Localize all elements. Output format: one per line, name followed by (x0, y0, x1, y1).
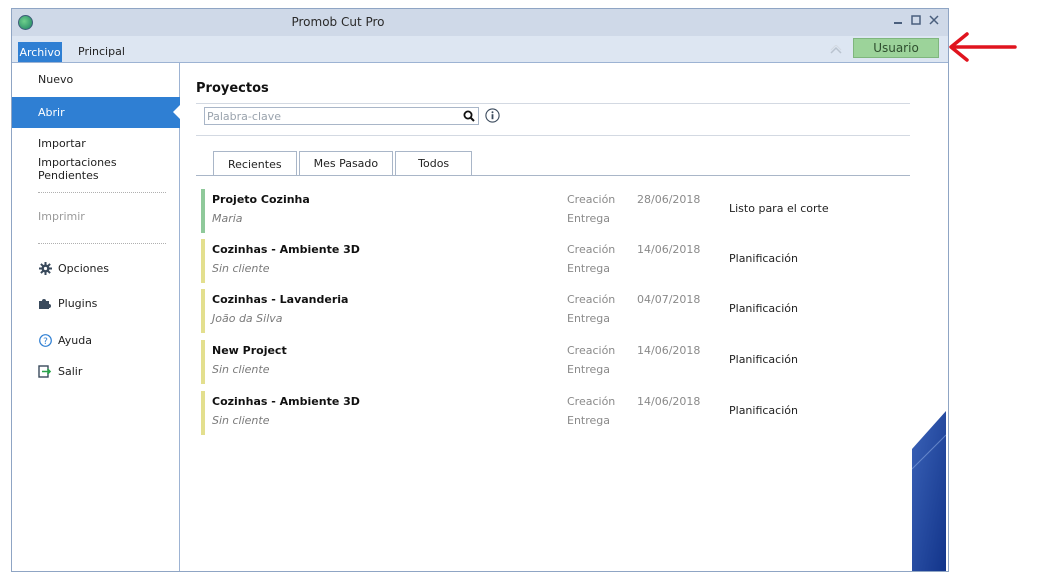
project-status: Listo para el corte (729, 202, 829, 215)
sidebar-item-imprimir: Imprimir (12, 202, 180, 230)
list-item[interactable]: Cozinhas - Lavanderia João da Silva Crea… (201, 289, 798, 333)
project-client: João da Silva (212, 312, 283, 325)
status-color-bar (201, 289, 205, 333)
sidebar-item-label: Abrir (38, 106, 65, 119)
sidebar-item-label: Imprimir (38, 209, 85, 223)
delivery-label: Entrega (567, 414, 611, 427)
sidebar-item-label: Opciones (58, 261, 109, 275)
user-button[interactable]: Usuario (853, 38, 939, 58)
sidebar-item-nuevo[interactable]: Nuevo (12, 65, 180, 93)
project-status: Planificación (729, 252, 798, 265)
list-item[interactable]: Cozinhas - Ambiente 3D Sin cliente Creac… (201, 391, 798, 435)
created-label: Creación (567, 293, 616, 306)
sidebar-item-ayuda[interactable]: ? Ayuda (12, 326, 180, 354)
info-icon[interactable] (485, 108, 500, 123)
search-placeholder: Palabra-clave (207, 109, 282, 123)
project-client: Sin cliente (212, 363, 270, 376)
sidebar-item-label: Plugins (58, 296, 98, 310)
app-window: Promob Cut Pro Archivo Principal Usuario… (11, 8, 949, 572)
project-status: Planificación (729, 353, 798, 366)
search-divider (196, 135, 910, 136)
project-client: Maria (212, 212, 243, 225)
list-item[interactable]: Cozinhas - Ambiente 3D Sin cliente Creac… (201, 239, 798, 283)
sidebar-item-label: Importaciones Pendientes (38, 156, 117, 182)
close-button[interactable] (928, 14, 940, 26)
list-item[interactable]: New Project Sin cliente Creación Entrega… (201, 340, 798, 384)
search-icon[interactable] (463, 110, 475, 125)
list-item[interactable]: Projeto Cozinha Maria Creación Entrega 2… (201, 189, 829, 233)
created-label: Creación (567, 344, 616, 357)
annotation-arrow-icon (949, 32, 1017, 62)
tab-principal[interactable]: Principal (78, 45, 125, 58)
delivery-label: Entrega (567, 312, 611, 325)
sidebar-divider (38, 243, 166, 244)
sidebar-item-salir[interactable]: Salir (12, 357, 180, 385)
delivery-label: Entrega (567, 262, 611, 275)
ribbon: Archivo Principal Usuario (12, 36, 948, 63)
tab-recientes[interactable]: Recientes (213, 151, 297, 176)
help-icon: ? (38, 333, 52, 347)
created-label: Creación (567, 193, 616, 206)
project-name: Cozinhas - Lavanderia (212, 293, 349, 306)
puzzle-icon (38, 296, 52, 310)
tabs-underline (196, 175, 910, 176)
main-panel: Proyectos Palabra-clave Recientes Mes Pa… (180, 63, 948, 571)
project-name: Cozinhas - Ambiente 3D (212, 243, 360, 256)
maximize-button[interactable] (910, 14, 922, 26)
project-status: Planificación (729, 404, 798, 417)
sidebar-item-abrir[interactable]: Abrir (12, 97, 181, 128)
created-label: Creación (567, 243, 616, 256)
sidebar-item-importaciones-pendientes[interactable]: Importaciones Pendientes (12, 155, 180, 183)
project-name: Projeto Cozinha (212, 193, 310, 206)
tab-todos[interactable]: Todos (395, 151, 473, 175)
minimize-button[interactable] (892, 14, 904, 26)
sidebar-item-opciones[interactable]: Opciones (12, 254, 180, 282)
decorative-corner-graphic (912, 411, 946, 571)
sidebar-item-plugins[interactable]: Plugins (12, 289, 180, 317)
exit-icon (38, 364, 52, 378)
project-name: New Project (212, 344, 287, 357)
sidebar-divider (38, 192, 166, 193)
collapse-ribbon-icon[interactable] (830, 44, 842, 54)
tab-archivo[interactable]: Archivo (18, 42, 62, 62)
gear-icon (38, 261, 52, 275)
sidebar-item-label: Importar (38, 136, 86, 150)
project-client: Sin cliente (212, 262, 270, 275)
status-color-bar (201, 391, 205, 435)
project-client: Sin cliente (212, 414, 270, 427)
title-bar: Promob Cut Pro (12, 9, 948, 36)
status-color-bar (201, 340, 205, 384)
project-name: Cozinhas - Ambiente 3D (212, 395, 360, 408)
svg-text:?: ? (43, 337, 48, 347)
delivery-label: Entrega (567, 212, 611, 225)
search-input[interactable]: Palabra-clave (204, 107, 479, 125)
created-date: 14/06/2018 (637, 344, 701, 357)
window-controls (892, 14, 940, 26)
tab-mes-pasado[interactable]: Mes Pasado (298, 151, 394, 175)
title-divider (196, 103, 910, 104)
project-status: Planificación (729, 302, 798, 315)
created-date: 04/07/2018 (637, 293, 701, 306)
delivery-label: Entrega (567, 363, 611, 376)
status-color-bar (201, 239, 205, 283)
sidebar-item-label: Ayuda (58, 333, 92, 347)
status-color-bar (201, 189, 205, 233)
sidebar: Nuevo Abrir Importar Importaciones Pendi… (12, 63, 181, 571)
created-date: 28/06/2018 (637, 193, 701, 206)
created-date: 14/06/2018 (637, 395, 701, 408)
page-title: Proyectos (196, 81, 269, 96)
window-title: Promob Cut Pro (291, 15, 385, 29)
project-tabs: Recientes Mes Pasado Todos (213, 151, 474, 176)
created-label: Creación (567, 395, 616, 408)
created-date: 14/06/2018 (637, 243, 701, 256)
sidebar-item-importar[interactable]: Importar (12, 129, 180, 157)
sidebar-item-label: Nuevo (38, 72, 74, 86)
sidebar-item-label: Salir (58, 364, 83, 378)
